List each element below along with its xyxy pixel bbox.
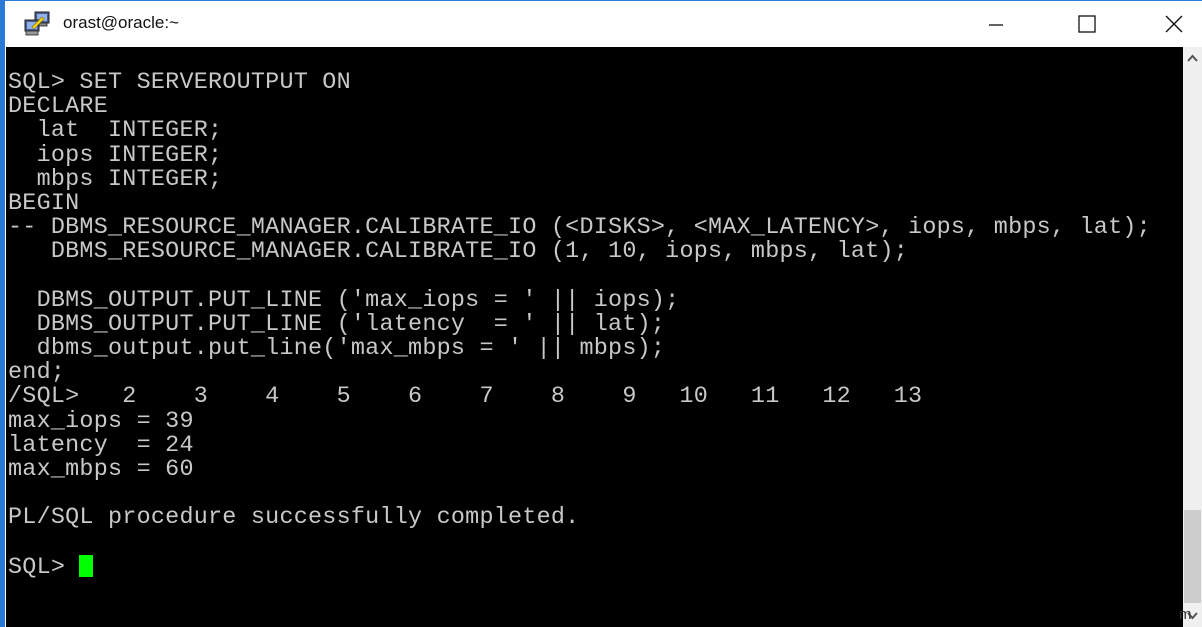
- title-bar[interactable]: orast@oracle:~: [5, 1, 1202, 47]
- window-border-left: [0, 0, 5, 627]
- vertical-scrollbar[interactable]: [1183, 47, 1202, 627]
- terminal-line: iops INTEGER;: [8, 142, 223, 169]
- minimize-icon: [989, 24, 1003, 26]
- terminal-line: SQL> SET SERVEROUTPUT ON: [8, 70, 351, 96]
- terminal-line: BEGIN: [8, 190, 80, 217]
- terminal-line: DBMS_OUTPUT.PUT_LINE ('max_iops = ' || i…: [8, 287, 680, 314]
- text-cursor: [79, 554, 94, 577]
- terminal-line: DBMS_OUTPUT.PUT_LINE ('latency = ' || la…: [8, 311, 666, 338]
- terminal-line: DECLARE: [8, 94, 109, 121]
- overlay-text-fragment: m: [1179, 606, 1192, 623]
- terminal-line: PL/SQL procedure successfully completed.: [8, 505, 580, 532]
- terminal-line: latency = 24: [8, 432, 194, 459]
- scroll-up-button[interactable]: [1183, 47, 1202, 69]
- close-icon: [1165, 15, 1183, 33]
- terminal-window: orast@oracle:~ SQL> SET SERVEROUTPUT ON D…: [0, 0, 1202, 627]
- window-title: orast@oracle:~: [63, 13, 180, 32]
- prompt-text: SQL>: [8, 554, 80, 581]
- terminal-line: max_iops = 39: [8, 408, 194, 435]
- terminal-line: /SQL> 2 3 4 5 6 7 8 9 10 11 12 13: [8, 384, 923, 411]
- terminal-line: mbps INTEGER;: [8, 166, 223, 193]
- terminal-output[interactable]: SQL> SET SERVEROUTPUT ON DECLARE lat INTE…: [6, 47, 1183, 627]
- terminal-line: DBMS_RESOURCE_MANAGER.CALIBRATE_IO (1, 1…: [8, 239, 909, 266]
- maximize-button[interactable]: [1059, 1, 1115, 47]
- terminal-line: -- DBMS_RESOURCE_MANAGER.CALIBRATE_IO (<…: [8, 215, 1151, 242]
- terminal-line: dbms_output.put_line('max_mbps = ' || mb…: [8, 336, 666, 363]
- minimize-button[interactable]: [968, 1, 1024, 47]
- terminal-lines: SQL> SET SERVEROUTPUT ON DECLARE lat INTE…: [8, 70, 1151, 581]
- terminal-line: end;: [8, 360, 66, 387]
- scrollbar-thumb[interactable]: [1184, 510, 1201, 603]
- chevron-up-icon: [1187, 54, 1198, 62]
- prompt-line[interactable]: SQL>: [8, 554, 1151, 581]
- putty-icon[interactable]: [23, 11, 53, 37]
- terminal-line: max_mbps = 60: [8, 457, 194, 483]
- maximize-icon: [1078, 15, 1096, 33]
- close-button[interactable]: [1146, 1, 1202, 47]
- terminal-line: lat INTEGER;: [8, 118, 223, 145]
